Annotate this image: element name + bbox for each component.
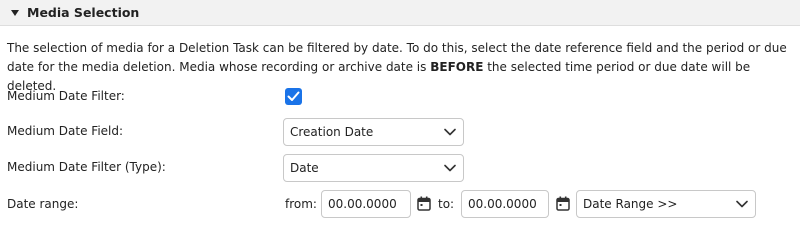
from-label: from: <box>285 197 317 211</box>
filter-type-label: Medium Date Filter (Type): <box>7 160 166 174</box>
media-selection-panel: Media Selection The selection of media f… <box>0 0 800 237</box>
row-date-field: Medium Date Field: Creation Date <box>0 117 800 147</box>
filter-type-select[interactable]: Date <box>283 154 464 182</box>
chevron-down-icon <box>729 200 755 208</box>
date-range-label: Date range: <box>7 197 79 211</box>
checkmark-icon <box>287 91 300 101</box>
row-date-range: Date range: from: 00.00.0000 to: 00.00.0… <box>0 190 800 220</box>
section-header[interactable]: Media Selection <box>0 0 800 26</box>
calendar-icon[interactable] <box>556 196 570 211</box>
from-date-input[interactable]: 00.00.0000 <box>321 190 411 218</box>
date-field-value: Creation Date <box>290 125 374 139</box>
section-title: Media Selection <box>27 5 140 20</box>
date-field-label: Medium Date Field: <box>7 124 124 138</box>
collapse-caret-icon[interactable] <box>11 9 19 16</box>
to-date-value: 00.00.0000 <box>468 197 537 211</box>
to-date-input[interactable]: 00.00.0000 <box>461 190 549 218</box>
from-date-value: 00.00.0000 <box>328 197 397 211</box>
row-date-filter: Medium Date Filter: <box>0 87 800 117</box>
date-filter-label: Medium Date Filter: <box>7 89 125 103</box>
chevron-down-icon <box>437 128 463 136</box>
filter-type-value: Date <box>290 161 319 175</box>
description-emphasis: BEFORE <box>430 60 484 74</box>
calendar-icon[interactable] <box>417 196 431 211</box>
date-range-select[interactable]: Date Range >> <box>576 190 756 218</box>
date-filter-checkbox[interactable] <box>285 88 302 105</box>
date-range-value: Date Range >> <box>583 197 678 211</box>
to-label: to: <box>438 197 455 211</box>
date-field-select[interactable]: Creation Date <box>283 118 464 146</box>
row-filter-type: Medium Date Filter (Type): Date <box>0 153 800 183</box>
chevron-down-icon <box>437 164 463 172</box>
